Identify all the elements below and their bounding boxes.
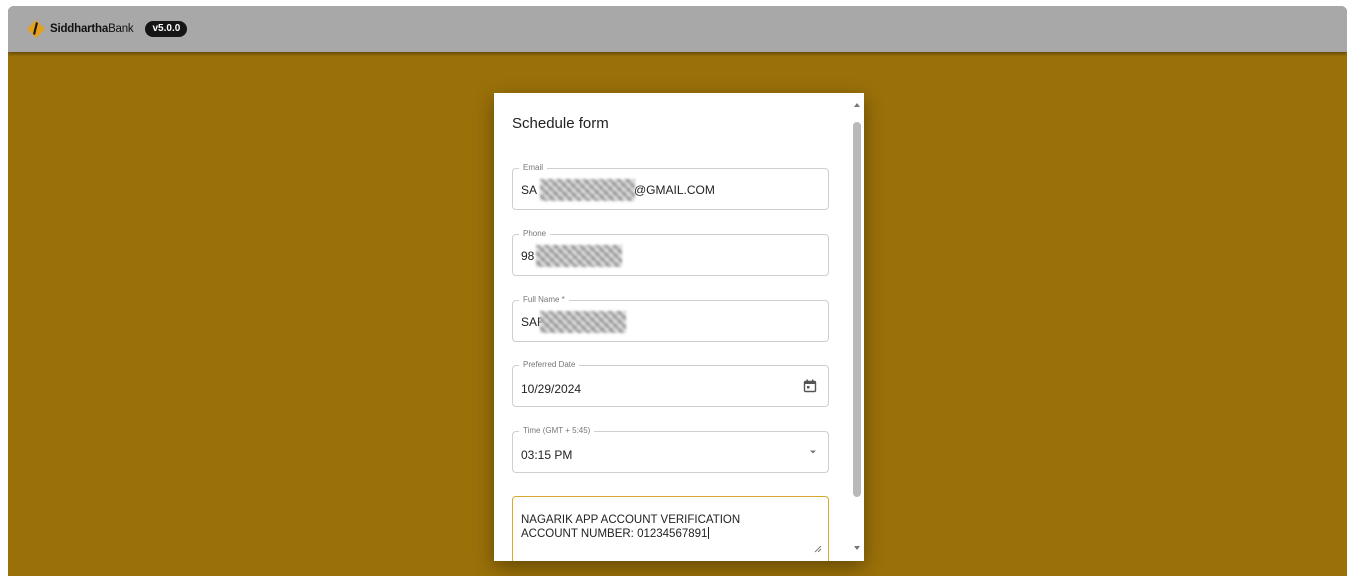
email-value-prefix: SA [521,183,538,197]
phone-field[interactable]: Phone 98 [512,229,829,276]
resize-handle-icon[interactable] [814,545,822,553]
time-select-field[interactable]: Time (GMT + 5:45) 03:15 PM [512,426,829,473]
scrollbar-thumb[interactable] [853,122,861,497]
preferred-date-label: Preferred Date [519,360,580,370]
time-label: Time (GMT + 5:45) [519,426,595,436]
message-text: NAGARIK APP ACCOUNT VERIFICATION ACCOUNT… [521,514,740,541]
message-line-1: NAGARIK APP ACCOUNT VERIFICATION [521,514,741,526]
time-value: 03:15 PM [521,448,573,462]
dialog-scrollbar[interactable] [850,93,864,561]
redacted-phone-blur [536,245,622,267]
redacted-name-blur [540,311,626,333]
email-value-suffix: @GMAIL.COM [634,183,715,197]
form-title: Schedule form [512,115,609,132]
phone-label: Phone [519,229,551,239]
schedule-form-dialog: Schedule form Email SA @GMAIL.COM Phone … [494,93,864,561]
scroll-down-arrow-icon[interactable] [853,545,861,551]
scroll-up-arrow-icon[interactable] [853,102,861,108]
text-caret [708,527,710,539]
version-badge: v5.0.0 [145,21,188,37]
redacted-email-blur [540,179,635,201]
full-name-label: Full Name * [519,295,569,305]
top-bar: Siddhartha Bank v5.0.0 [8,6,1347,52]
brand-logo[interactable]: Siddhartha Bank [27,19,134,39]
brand-name-light: Bank [108,23,134,35]
phone-value-prefix: 98 [521,249,535,263]
message-line-2: ACCOUNT NUMBER: 01234567891 [521,528,708,540]
message-textarea[interactable]: NAGARIK APP ACCOUNT VERIFICATION ACCOUNT… [512,496,829,561]
app-window: Siddhartha Bank v5.0.0 Schedule form Emai… [8,6,1347,576]
preferred-date-field[interactable]: Preferred Date 10/29/2024 [512,360,829,407]
preferred-date-value: 10/29/2024 [521,382,582,396]
bank-logo-icon [27,20,45,38]
chevron-down-icon[interactable] [809,449,817,455]
email-field[interactable]: Email SA @GMAIL.COM [512,163,829,210]
full-name-field[interactable]: Full Name * SAF [512,295,829,342]
calendar-icon[interactable] [803,379,817,393]
brand-name-strong: Siddhartha [50,23,109,35]
email-label: Email [519,163,548,173]
